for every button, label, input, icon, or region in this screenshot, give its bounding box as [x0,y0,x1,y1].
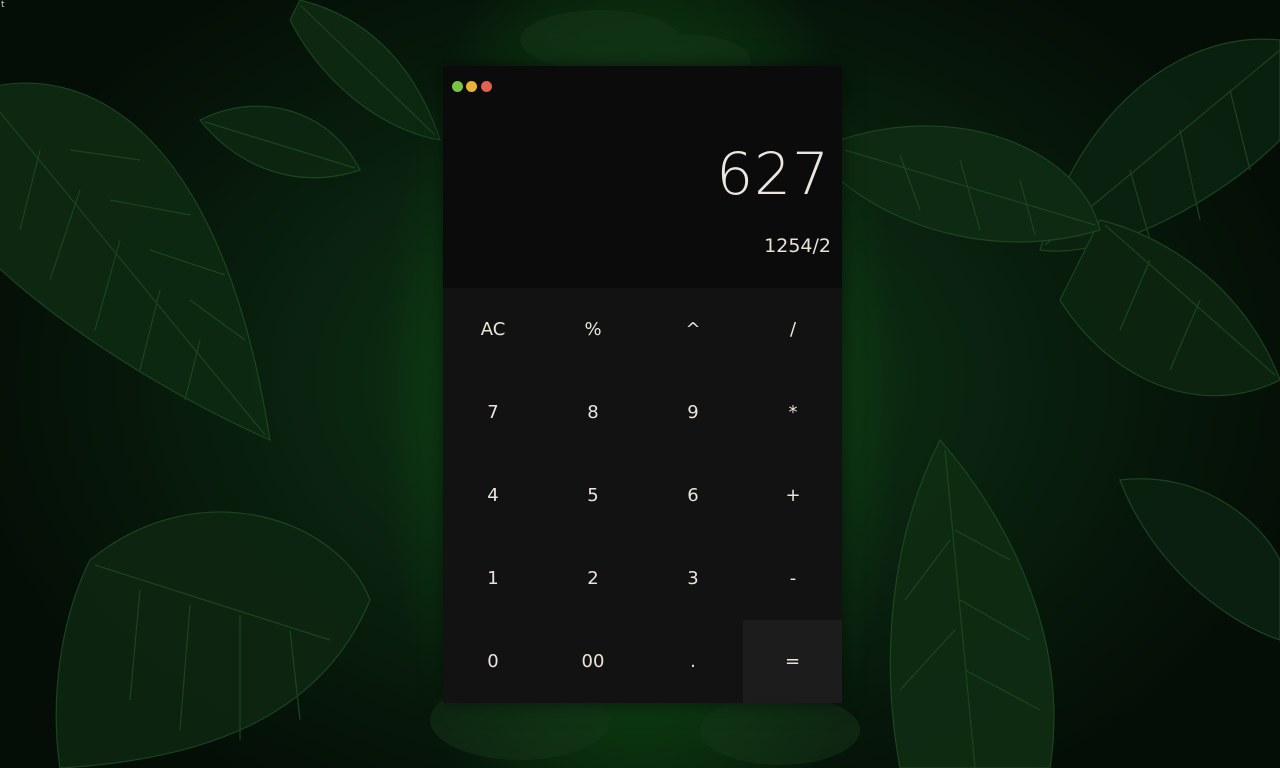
keypad: AC % ^ / 7 8 9 * 4 5 6 + 1 2 3 - 0 00 . … [443,288,842,703]
corner-text: t [1,0,5,10]
digit-4-button[interactable]: 4 [443,454,543,537]
minimize-button[interactable] [466,81,477,92]
close-button[interactable] [481,81,492,92]
expression-text: 1254/2 [764,235,831,257]
title-bar[interactable] [443,66,842,106]
digit-9-button[interactable]: 9 [643,371,743,454]
digit-6-button[interactable]: 6 [643,454,743,537]
digit-3-button[interactable]: 3 [643,537,743,620]
multiply-button[interactable]: * [743,371,843,454]
power-button[interactable]: ^ [643,288,743,371]
digit-0-button[interactable]: 0 [443,620,543,703]
digit-1-button[interactable]: 1 [443,537,543,620]
decimal-button[interactable]: . [643,620,743,703]
maximize-button[interactable] [452,81,463,92]
result-value: 627 [716,140,830,208]
digit-8-button[interactable]: 8 [543,371,643,454]
divide-button[interactable]: / [743,288,843,371]
digit-2-button[interactable]: 2 [543,537,643,620]
double-zero-button[interactable]: 00 [543,620,643,703]
digit-5-button[interactable]: 5 [543,454,643,537]
calculator-display: 627 1254/2 [443,106,842,288]
percent-button[interactable]: % [543,288,643,371]
digit-7-button[interactable]: 7 [443,371,543,454]
subtract-button[interactable]: - [743,537,843,620]
add-button[interactable]: + [743,454,843,537]
clear-button[interactable]: AC [443,288,543,371]
calculator-window: 627 1254/2 AC % ^ / 7 8 9 * 4 5 6 + 1 2 … [443,66,842,703]
equals-button[interactable]: = [743,620,842,703]
